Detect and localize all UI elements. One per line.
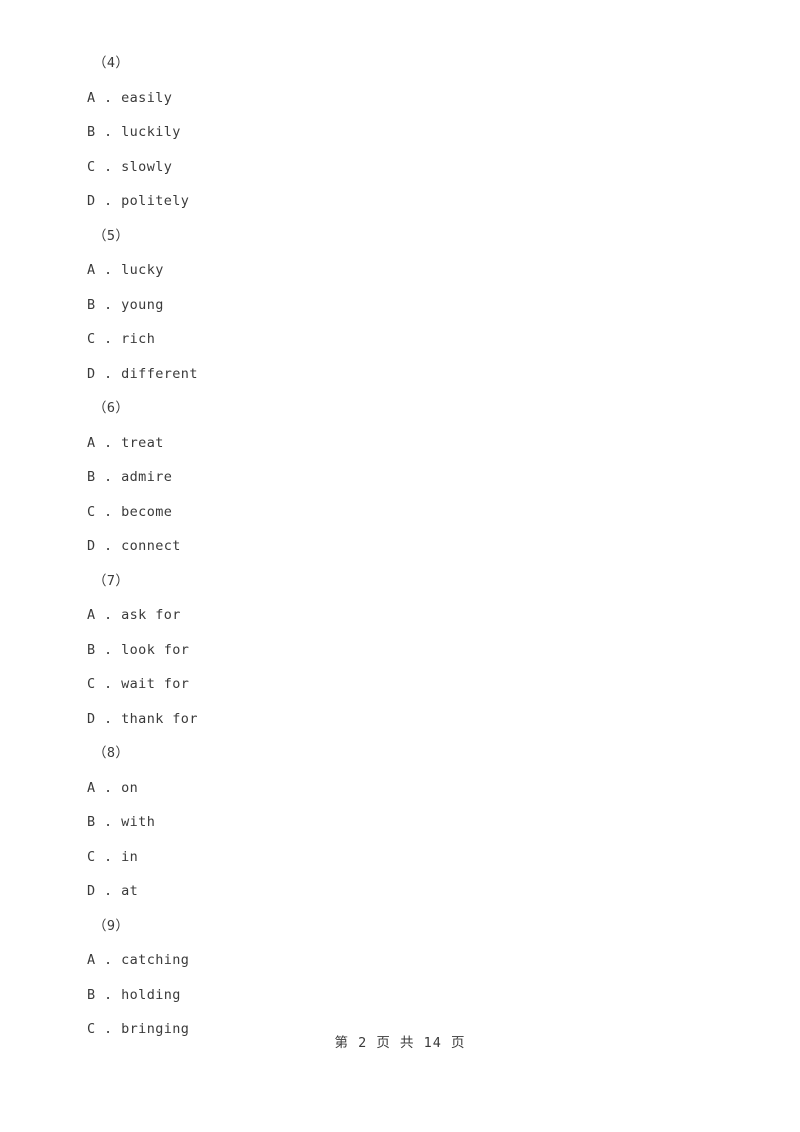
question-number-4: （4）	[93, 55, 130, 71]
question-number-6: （6）	[93, 400, 130, 416]
option-8-b[interactable]: B . with	[87, 805, 747, 840]
option-5-b[interactable]: B . young	[87, 288, 747, 323]
option-7-c[interactable]: C . wait for	[87, 667, 747, 702]
option-7-a[interactable]: A . ask for	[87, 598, 747, 633]
option-6-d[interactable]: D . connect	[87, 529, 747, 564]
option-8-c[interactable]: C . in	[87, 840, 747, 875]
option-4-b[interactable]: B . luckily	[87, 115, 747, 150]
option-5-c[interactable]: C . rich	[87, 322, 747, 357]
option-9-b[interactable]: B . holding	[87, 978, 747, 1013]
option-7-b[interactable]: B . look for	[87, 633, 747, 668]
question-list: （4） A . easily B . luckily C . slowly D …	[87, 46, 747, 1047]
question-number-9: （9）	[93, 917, 130, 934]
question-block-6: （6） A . treat B . admire C . become D . …	[87, 391, 747, 564]
option-6-a[interactable]: A . treat	[87, 426, 747, 461]
option-6-b[interactable]: B . admire	[87, 460, 747, 495]
option-8-d[interactable]: D . at	[87, 874, 747, 909]
option-5-d[interactable]: D . different	[87, 357, 747, 392]
question-block-5: （5） A . lucky B . young C . rich D . dif…	[87, 219, 747, 392]
document-page: （4） A . easily B . luckily C . slowly D …	[0, 0, 800, 1132]
option-4-d[interactable]: D . politely	[87, 184, 747, 219]
option-4-c[interactable]: C . slowly	[87, 150, 747, 185]
question-number-8: （8）	[93, 745, 130, 761]
option-5-a[interactable]: A . lucky	[87, 253, 747, 288]
question-number-7: （7）	[93, 572, 130, 589]
question-block-4: （4） A . easily B . luckily C . slowly D …	[87, 46, 747, 219]
question-block-9: （9） A . catching B . holding C . bringin…	[87, 909, 747, 1047]
option-7-d[interactable]: D . thank for	[87, 702, 747, 737]
question-block-8: （8） A . on B . with C . in D . at	[87, 736, 747, 909]
option-6-c[interactable]: C . become	[87, 495, 747, 530]
option-8-a[interactable]: A . on	[87, 771, 747, 806]
option-4-a[interactable]: A . easily	[87, 81, 747, 116]
question-number-5: （5）	[93, 227, 130, 244]
page-footer: 第 2 页 共 14 页	[334, 1035, 466, 1051]
option-9-a[interactable]: A . catching	[87, 943, 747, 978]
question-block-7: （7） A . ask for B . look for C . wait fo…	[87, 564, 747, 737]
